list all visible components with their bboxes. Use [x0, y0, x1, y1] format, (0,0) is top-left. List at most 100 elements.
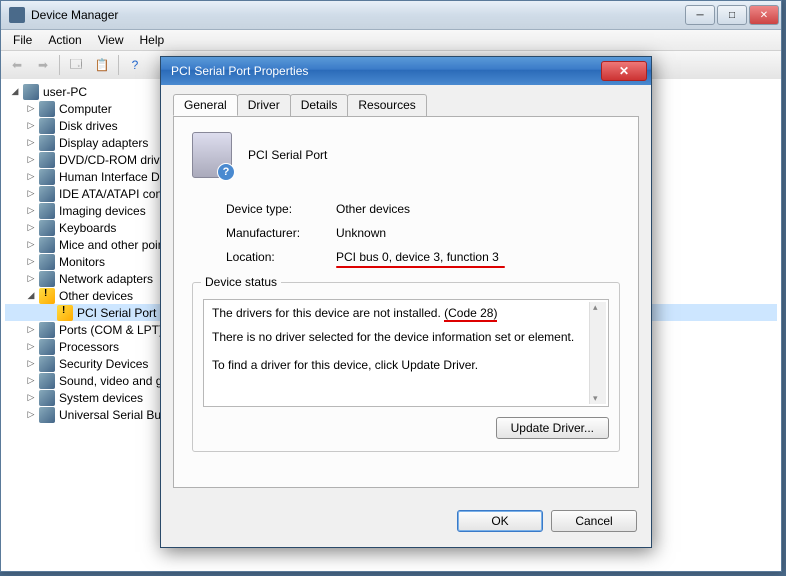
location-text: PCI bus 0, device 3, function 3	[336, 250, 499, 264]
device-category-icon	[39, 220, 55, 236]
device-category-icon	[39, 135, 55, 151]
device-status-group: Device status The drivers for this devic…	[192, 282, 620, 452]
maximize-button[interactable]: □	[717, 5, 747, 25]
tab-resources[interactable]: Resources	[347, 94, 426, 116]
tab-general[interactable]: General	[173, 94, 238, 116]
warning-icon	[39, 288, 55, 304]
expand-icon[interactable]: ▷	[25, 392, 37, 404]
device-category-icon	[39, 271, 55, 287]
tree-item-label: Computer	[59, 102, 112, 116]
main-titlebar[interactable]: Device Manager ─ □ ✕	[1, 1, 781, 30]
device-category-icon	[39, 169, 55, 185]
device-icon	[192, 132, 232, 178]
expand-icon[interactable]: ▷	[25, 375, 37, 387]
device-type-label: Device type:	[226, 202, 336, 216]
expand-icon[interactable]: ▷	[25, 222, 37, 234]
expand-icon[interactable]: ▷	[25, 171, 37, 183]
device-category-icon	[39, 203, 55, 219]
menu-view[interactable]: View	[90, 31, 132, 49]
expand-icon[interactable]: ▷	[25, 341, 37, 353]
expand-icon[interactable]: ▷	[25, 239, 37, 251]
tree-root-label: user-PC	[43, 85, 87, 99]
expand-icon[interactable]: ▷	[25, 256, 37, 268]
expand-icon[interactable]: ▷	[25, 137, 37, 149]
device-category-icon	[39, 118, 55, 134]
collapse-icon[interactable]: ◢	[9, 86, 21, 98]
menu-file[interactable]: File	[5, 31, 40, 49]
device-category-icon	[39, 390, 55, 406]
expand-icon[interactable]: ▷	[25, 154, 37, 166]
separator	[59, 55, 60, 75]
tree-item-label: Imaging devices	[59, 204, 146, 218]
tab-panel-general: PCI Serial Port Device type: Other devic…	[173, 116, 639, 488]
device-status-legend: Device status	[201, 275, 281, 289]
device-category-icon	[39, 356, 55, 372]
dialog-titlebar[interactable]: PCI Serial Port Properties ✕	[161, 57, 651, 85]
status-line1a: The drivers for this device are not inst…	[212, 306, 444, 320]
tree-item-label: PCI Serial Port	[77, 306, 156, 320]
expand-icon[interactable]: ▷	[25, 324, 37, 336]
spacer	[43, 307, 55, 319]
menu-action[interactable]: Action	[40, 31, 89, 49]
expand-icon[interactable]: ▷	[25, 273, 37, 285]
device-category-icon	[39, 407, 55, 423]
device-category-icon	[39, 237, 55, 253]
location-value: PCI bus 0, device 3, function 3	[336, 250, 499, 264]
tree-item-label: System devices	[59, 391, 143, 405]
device-category-icon	[39, 152, 55, 168]
tree-item-label: Disk drives	[59, 119, 118, 133]
tab-details[interactable]: Details	[290, 94, 349, 116]
expand-icon[interactable]: ▷	[25, 409, 37, 421]
cancel-button[interactable]: Cancel	[551, 510, 637, 532]
tree-item-label: Processors	[59, 340, 119, 354]
status-line3: To find a driver for this device, click …	[212, 358, 600, 372]
minimize-button[interactable]: ─	[685, 5, 715, 25]
tree-item-label: Ports (COM & LPT)	[59, 323, 163, 337]
tabstrip: General Driver Details Resources	[173, 94, 639, 117]
help-button[interactable]: ?	[123, 53, 147, 77]
tree-item-label: Keyboards	[59, 221, 116, 235]
scrollbar[interactable]	[589, 302, 606, 404]
device-category-icon	[39, 254, 55, 270]
dialog-close-button[interactable]: ✕	[601, 61, 647, 81]
tree-item-label: Other devices	[59, 289, 133, 303]
expand-icon[interactable]: ▷	[25, 188, 37, 200]
annotation-underline	[336, 266, 505, 268]
tree-item-label: Security Devices	[59, 357, 148, 371]
separator	[118, 55, 119, 75]
expand-icon[interactable]: ▷	[25, 358, 37, 370]
location-label: Location:	[226, 250, 336, 264]
app-icon	[9, 7, 25, 23]
menubar: File Action View Help	[1, 30, 781, 51]
collapse-icon[interactable]: ◢	[25, 290, 37, 302]
manufacturer-value: Unknown	[336, 226, 386, 240]
show-hidden-button[interactable]: 🗔	[64, 53, 88, 77]
forward-button[interactable]: ➡	[31, 53, 55, 77]
device-category-icon	[39, 322, 55, 338]
window-title: Device Manager	[31, 8, 685, 22]
expand-icon[interactable]: ▷	[25, 120, 37, 132]
device-status-text[interactable]: The drivers for this device are not inst…	[203, 299, 609, 407]
tree-item-label: Display adapters	[59, 136, 148, 150]
tree-item-label: Network adapters	[59, 272, 153, 286]
ok-button[interactable]: OK	[457, 510, 543, 532]
warning-icon	[57, 305, 73, 321]
device-name: PCI Serial Port	[248, 148, 327, 162]
device-type-value: Other devices	[336, 202, 410, 216]
tab-driver[interactable]: Driver	[237, 94, 291, 116]
status-code: (Code 28)	[444, 306, 497, 322]
back-button[interactable]: ⬅	[5, 53, 29, 77]
menu-help[interactable]: Help	[132, 31, 173, 49]
status-line2: There is no driver selected for the devi…	[212, 330, 600, 344]
manufacturer-label: Manufacturer:	[226, 226, 336, 240]
close-button[interactable]: ✕	[749, 5, 779, 25]
device-category-icon	[39, 373, 55, 389]
device-category-icon	[39, 186, 55, 202]
dialog-title: PCI Serial Port Properties	[165, 64, 601, 78]
tree-item-label: DVD/CD-ROM drives	[59, 153, 172, 167]
device-category-icon	[39, 339, 55, 355]
expand-icon[interactable]: ▷	[25, 103, 37, 115]
update-driver-button[interactable]: Update Driver...	[496, 417, 609, 439]
properties-button[interactable]: 📋	[90, 53, 114, 77]
expand-icon[interactable]: ▷	[25, 205, 37, 217]
